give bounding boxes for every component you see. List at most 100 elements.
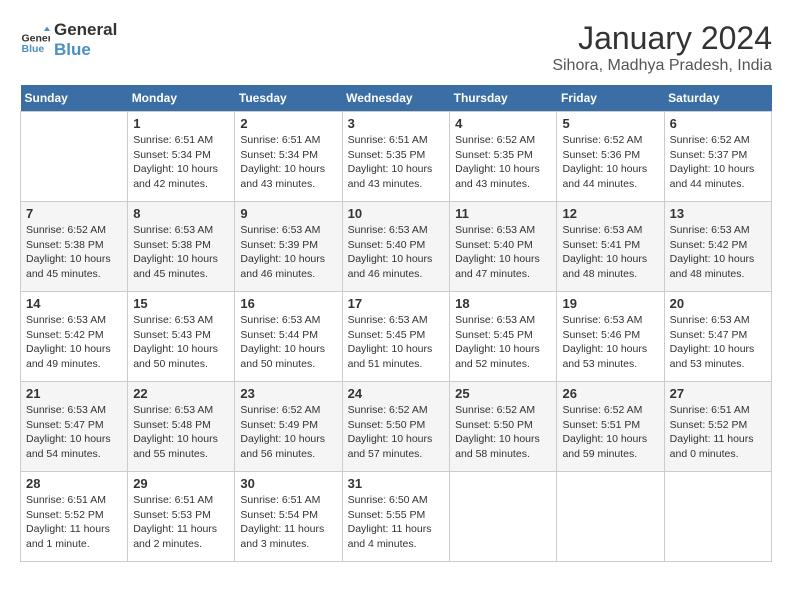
calendar-week-row: 21Sunrise: 6:53 AM Sunset: 5:47 PM Dayli… — [21, 382, 772, 472]
day-number: 30 — [240, 476, 336, 491]
weekday-header: Thursday — [450, 85, 557, 112]
logo-line2: Blue — [54, 40, 117, 60]
calendar-cell: 25 Sunrise: 6:52 AM Sunset: 5:50 PM Dayli… — [450, 382, 557, 472]
day-number: 11 — [455, 206, 551, 221]
day-info: Sunrise: 6:52 AM Sunset: 5:38 PM Dayligh… — [26, 223, 122, 282]
calendar-week-row: 7 Sunrise: 6:52 AM Sunset: 5:38 PM Daylig… — [21, 202, 772, 292]
day-number: 22 — [133, 386, 229, 401]
calendar-cell: 14Sunrise: 6:53 AM Sunset: 5:42 PM Dayli… — [21, 292, 128, 382]
day-number: 23 — [240, 386, 336, 401]
day-info: Sunrise: 6:53 AM Sunset: 5:42 PM Dayligh… — [26, 313, 122, 372]
day-number: 12 — [562, 206, 658, 221]
day-info: Sunrise: 6:53 AM Sunset: 5:40 PM Dayligh… — [348, 223, 445, 282]
calendar-cell — [450, 472, 557, 562]
weekday-header: Saturday — [664, 85, 771, 112]
calendar-cell: 23 Sunrise: 6:52 AM Sunset: 5:49 PM Dayli… — [235, 382, 342, 472]
day-info: Sunrise: 6:52 AM Sunset: 5:51 PM Dayligh… — [562, 403, 658, 462]
calendar-cell: 12 Sunrise: 6:53 AM Sunset: 5:41 PM Dayli… — [557, 202, 664, 292]
day-info: Sunrise: 6:53 AM Sunset: 5:43 PM Dayligh… — [133, 313, 229, 372]
calendar-cell: 5Sunrise: 6:52 AM Sunset: 5:36 PM Daylig… — [557, 112, 664, 202]
day-number: 10 — [348, 206, 445, 221]
calendar-cell: 16 Sunrise: 6:53 AM Sunset: 5:44 PM Dayli… — [235, 292, 342, 382]
day-number: 9 — [240, 206, 336, 221]
weekday-header: Tuesday — [235, 85, 342, 112]
day-info: Sunrise: 6:51 AM Sunset: 5:52 PM Dayligh… — [26, 493, 122, 552]
logo: General Blue General Blue — [20, 20, 117, 61]
day-info: Sunrise: 6:52 AM Sunset: 5:49 PM Dayligh… — [240, 403, 336, 462]
day-number: 6 — [670, 116, 766, 131]
calendar-cell: 13 Sunrise: 6:53 AM Sunset: 5:42 PM Dayli… — [664, 202, 771, 292]
calendar-cell: 29Sunrise: 6:51 AM Sunset: 5:53 PM Dayli… — [128, 472, 235, 562]
day-number: 19 — [562, 296, 658, 311]
calendar-cell — [21, 112, 128, 202]
weekday-header-row: SundayMondayTuesdayWednesdayThursdayFrid… — [21, 85, 772, 112]
day-number: 3 — [348, 116, 445, 131]
calendar-cell: 20 Sunrise: 6:53 AM Sunset: 5:47 PM Dayli… — [664, 292, 771, 382]
calendar-cell: 11 Sunrise: 6:53 AM Sunset: 5:40 PM Dayli… — [450, 202, 557, 292]
calendar-cell — [664, 472, 771, 562]
day-number: 1 — [133, 116, 229, 131]
day-info: Sunrise: 6:53 AM Sunset: 5:47 PM Dayligh… — [670, 313, 766, 372]
day-info: Sunrise: 6:53 AM Sunset: 5:48 PM Dayligh… — [133, 403, 229, 462]
day-info: Sunrise: 6:51 AM Sunset: 5:52 PM Dayligh… — [670, 403, 766, 462]
calendar-cell: 4Sunrise: 6:52 AM Sunset: 5:35 PM Daylig… — [450, 112, 557, 202]
calendar-cell: 6 Sunrise: 6:52 AM Sunset: 5:37 PM Daylig… — [664, 112, 771, 202]
calendar-cell: 1 Sunrise: 6:51 AM Sunset: 5:34 PM Daylig… — [128, 112, 235, 202]
svg-text:Blue: Blue — [22, 43, 45, 55]
day-info: Sunrise: 6:53 AM Sunset: 5:44 PM Dayligh… — [240, 313, 336, 372]
day-number: 27 — [670, 386, 766, 401]
day-info: Sunrise: 6:52 AM Sunset: 5:50 PM Dayligh… — [455, 403, 551, 462]
calendar-cell: 3 Sunrise: 6:51 AM Sunset: 5:35 PM Daylig… — [342, 112, 450, 202]
calendar-cell: 18Sunrise: 6:53 AM Sunset: 5:45 PM Dayli… — [450, 292, 557, 382]
day-info: Sunrise: 6:53 AM Sunset: 5:42 PM Dayligh… — [670, 223, 766, 282]
calendar-cell: 27 Sunrise: 6:51 AM Sunset: 5:52 PM Dayli… — [664, 382, 771, 472]
day-info: Sunrise: 6:53 AM Sunset: 5:47 PM Dayligh… — [26, 403, 122, 462]
day-info: Sunrise: 6:51 AM Sunset: 5:35 PM Dayligh… — [348, 133, 445, 192]
location-subtitle: Sihora, Madhya Pradesh, India — [552, 57, 772, 75]
day-number: 7 — [26, 206, 122, 221]
month-title: January 2024 — [552, 20, 772, 57]
day-info: Sunrise: 6:53 AM Sunset: 5:40 PM Dayligh… — [455, 223, 551, 282]
calendar-cell: 22 Sunrise: 6:53 AM Sunset: 5:48 PM Dayli… — [128, 382, 235, 472]
calendar-week-row: 1 Sunrise: 6:51 AM Sunset: 5:34 PM Daylig… — [21, 112, 772, 202]
weekday-header: Wednesday — [342, 85, 450, 112]
calendar-cell: 15Sunrise: 6:53 AM Sunset: 5:43 PM Dayli… — [128, 292, 235, 382]
calendar-cell: 2 Sunrise: 6:51 AM Sunset: 5:34 PM Daylig… — [235, 112, 342, 202]
day-info: Sunrise: 6:51 AM Sunset: 5:34 PM Dayligh… — [133, 133, 229, 192]
day-info: Sunrise: 6:52 AM Sunset: 5:50 PM Dayligh… — [348, 403, 445, 462]
day-number: 20 — [670, 296, 766, 311]
day-number: 17 — [348, 296, 445, 311]
day-number: 24 — [348, 386, 445, 401]
logo-line1: General — [54, 20, 117, 40]
day-info: Sunrise: 6:53 AM Sunset: 5:45 PM Dayligh… — [455, 313, 551, 372]
day-info: Sunrise: 6:51 AM Sunset: 5:54 PM Dayligh… — [240, 493, 336, 552]
day-info: Sunrise: 6:50 AM Sunset: 5:55 PM Dayligh… — [348, 493, 445, 552]
day-info: Sunrise: 6:53 AM Sunset: 5:45 PM Dayligh… — [348, 313, 445, 372]
day-number: 16 — [240, 296, 336, 311]
day-number: 4 — [455, 116, 551, 131]
day-number: 2 — [240, 116, 336, 131]
calendar-cell: 26Sunrise: 6:52 AM Sunset: 5:51 PM Dayli… — [557, 382, 664, 472]
calendar-cell: 28Sunrise: 6:51 AM Sunset: 5:52 PM Dayli… — [21, 472, 128, 562]
day-number: 13 — [670, 206, 766, 221]
calendar-cell: 9 Sunrise: 6:53 AM Sunset: 5:39 PM Daylig… — [235, 202, 342, 292]
logo-icon: General Blue — [20, 25, 50, 55]
day-info: Sunrise: 6:52 AM Sunset: 5:37 PM Dayligh… — [670, 133, 766, 192]
day-info: Sunrise: 6:51 AM Sunset: 5:34 PM Dayligh… — [240, 133, 336, 192]
calendar-week-row: 28Sunrise: 6:51 AM Sunset: 5:52 PM Dayli… — [21, 472, 772, 562]
weekday-header: Friday — [557, 85, 664, 112]
calendar-cell: 7 Sunrise: 6:52 AM Sunset: 5:38 PM Daylig… — [21, 202, 128, 292]
day-number: 25 — [455, 386, 551, 401]
day-info: Sunrise: 6:53 AM Sunset: 5:41 PM Dayligh… — [562, 223, 658, 282]
day-info: Sunrise: 6:52 AM Sunset: 5:36 PM Dayligh… — [562, 133, 658, 192]
calendar-table: SundayMondayTuesdayWednesdayThursdayFrid… — [20, 85, 772, 562]
day-info: Sunrise: 6:51 AM Sunset: 5:53 PM Dayligh… — [133, 493, 229, 552]
title-block: January 2024 Sihora, Madhya Pradesh, Ind… — [552, 20, 772, 75]
calendar-cell — [557, 472, 664, 562]
calendar-cell: 31 Sunrise: 6:50 AM Sunset: 5:55 PM Dayli… — [342, 472, 450, 562]
day-number: 31 — [348, 476, 445, 491]
day-info: Sunrise: 6:53 AM Sunset: 5:39 PM Dayligh… — [240, 223, 336, 282]
calendar-cell: 24 Sunrise: 6:52 AM Sunset: 5:50 PM Dayli… — [342, 382, 450, 472]
calendar-cell: 30 Sunrise: 6:51 AM Sunset: 5:54 PM Dayli… — [235, 472, 342, 562]
weekday-header: Monday — [128, 85, 235, 112]
